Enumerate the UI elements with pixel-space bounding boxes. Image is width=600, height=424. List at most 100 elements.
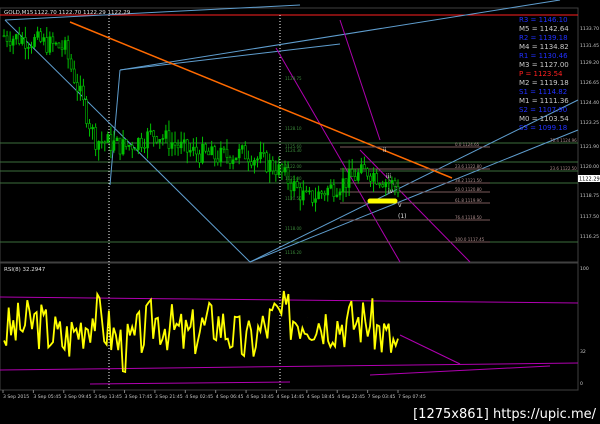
fibo-side-label: 23.6 1122.50: [550, 166, 577, 171]
candle-body: [369, 175, 372, 182]
candle-body: [155, 136, 159, 143]
rsi-axis-label: 100: [580, 266, 589, 272]
watermark-text: [1275x861] https://upic.me/: [413, 407, 597, 422]
candle-body: [127, 144, 131, 147]
candle-body: [253, 159, 256, 166]
wave-label: iii: [386, 173, 391, 180]
candle-body: [320, 191, 323, 194]
candle-body: [259, 152, 262, 160]
candle-body: [100, 141, 104, 143]
wave-label: ii: [383, 147, 387, 154]
candle-body: [173, 142, 177, 146]
time-axis-label: 4 Sep 14:45: [276, 394, 304, 400]
candle-body: [146, 131, 149, 149]
price-axis-label: 1117.50: [580, 214, 599, 220]
time-axis-label: 3 Sep 2015: [3, 394, 29, 400]
candle-body: [356, 172, 360, 181]
time-axis-label: 4 Sep 06:45: [216, 394, 244, 400]
price-axis-label: 1118.75: [580, 193, 599, 199]
price-axis-label: 1116.25: [580, 234, 599, 240]
pivot-legend-item: M0 = 1103.54: [519, 115, 569, 123]
rsi-panel: [0, 262, 579, 391]
candle-body: [72, 68, 76, 83]
candle-body: [317, 191, 320, 200]
candle-body: [347, 169, 351, 188]
candle-body: [262, 152, 265, 154]
candle-body: [234, 157, 238, 161]
candle-body: [130, 144, 134, 150]
candle-body: [381, 184, 385, 188]
candle-body: [390, 180, 394, 184]
pivot-legend-item: R1 = 1130.46: [519, 52, 568, 60]
candle-body: [149, 130, 152, 133]
pivot-legend-item: M5 = 1142.64: [519, 25, 569, 33]
candle-body: [121, 139, 125, 155]
candle-body: [94, 127, 97, 150]
candle-body: [79, 85, 82, 92]
pivot-legend-item: M3 = 1127.00: [519, 61, 569, 69]
price-axis-label: 1121.90: [580, 144, 599, 150]
candle-body: [45, 37, 49, 53]
candle-body: [91, 127, 94, 130]
candle-body: [271, 159, 275, 172]
fibo-label: 61.8 1119.90: [455, 198, 482, 203]
candle-body: [314, 198, 317, 203]
candle-body: [198, 153, 201, 163]
candle-body: [277, 164, 281, 176]
time-axis-label: 3 Sep 17:45: [125, 394, 153, 400]
candle-body: [204, 143, 207, 152]
candle-body: [231, 159, 235, 164]
candle-body: [182, 139, 186, 143]
wave-label: v: [398, 202, 402, 209]
candle-body: [219, 147, 223, 163]
candle-body: [63, 40, 67, 50]
price-axis-label: 1133.70: [580, 26, 599, 32]
rsi-axis-label: 0: [580, 381, 583, 387]
wave-label: iv: [388, 188, 394, 195]
candle-body: [247, 158, 250, 162]
candle-body: [222, 147, 226, 150]
candle-body: [33, 37, 36, 47]
fibo-label: 38.2 1121.50: [455, 178, 482, 183]
candle-body: [164, 130, 168, 139]
candle-body: [115, 137, 119, 142]
candle-body: [375, 173, 378, 185]
candle-body: [240, 145, 244, 150]
candle-body: [189, 150, 192, 153]
pivot-legend-item: M1 = 1111.36: [519, 97, 569, 105]
candle-body: [42, 37, 46, 42]
current-price-label: 1122.29: [579, 177, 600, 183]
fibo-label: 76.4 1118.50: [455, 215, 482, 220]
candle-body: [76, 82, 79, 92]
candle-body: [393, 180, 397, 187]
price-axis-label: 1123.25: [580, 120, 599, 126]
candle-body: [57, 42, 61, 49]
time-axis: 3 Sep 2015 3 Sep 05:45 3 Sep 09:45 3 Sep 13…: [2, 390, 426, 400]
candle-body: [48, 36, 52, 53]
candle-body: [137, 138, 140, 150]
candle-body: [176, 144, 180, 149]
time-axis-label: 3 Sep 09:45: [64, 394, 92, 400]
left-fibo-label: 1118.00: [285, 226, 302, 231]
fibo-label: 50.0 1120.80: [455, 187, 482, 192]
candle-body: [60, 47, 64, 50]
candle-body: [302, 190, 305, 201]
time-axis-label: 3 Sep 05:45: [33, 394, 61, 400]
time-axis-label: 4 Sep 02:45: [185, 394, 213, 400]
candle-body: [152, 130, 155, 137]
candle-body: [280, 164, 284, 173]
pivot-legend-item: S2 = 1107.90: [519, 106, 567, 114]
candle-body: [2, 35, 6, 37]
candle-body: [21, 37, 24, 44]
price-axis-label: 1126.65: [580, 80, 599, 86]
candle-body: [332, 184, 336, 197]
candle-body: [353, 176, 357, 181]
price-axis-label: 1124.40: [580, 100, 599, 106]
price-axis-label: 1131.45: [580, 43, 599, 49]
candle-body: [161, 138, 165, 140]
candle-body: [387, 182, 391, 184]
fibo-side-label: 76.4 1124.96: [550, 138, 577, 143]
candle-body: [366, 168, 369, 177]
chart-window: GOLD,M15 1122.70 1122.70 1122.29 1122.29…: [0, 0, 600, 424]
candle-body: [14, 34, 18, 40]
